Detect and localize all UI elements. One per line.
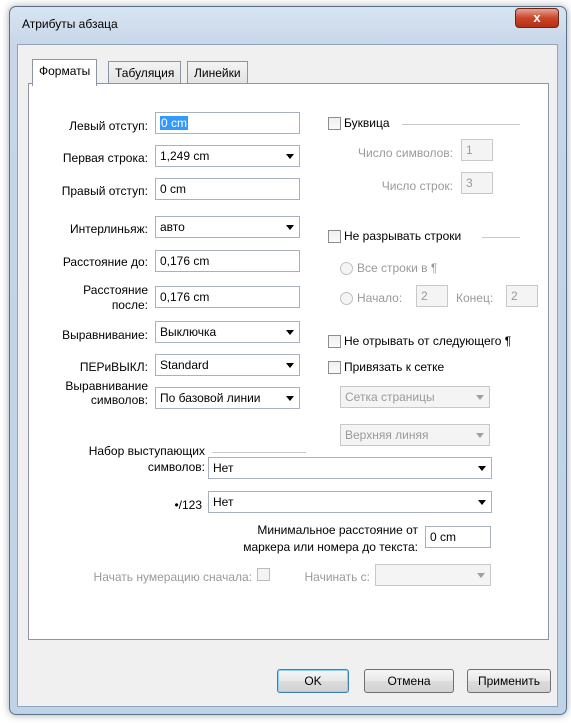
keep-with-next-label: Не отрывать от следующего ¶ <box>344 334 512 348</box>
line-spacing-label: Интерлиньяж: <box>70 222 148 236</box>
chevron-down-icon <box>476 395 484 400</box>
first-line-select[interactable]: 1,249 cm <box>155 145 300 167</box>
snap-to-grid-label: Привязать к сетке <box>344 360 445 374</box>
all-lines-label: Все строки в ¶ <box>357 261 438 275</box>
char-alignment-label-2: символов: <box>90 393 148 407</box>
keep-lines-label: Не разрывать строки <box>344 229 462 243</box>
start-label: Начало: <box>357 291 403 305</box>
grid-line-select[interactable]: Верхняя линяя <box>340 424 490 446</box>
chevron-down-icon <box>286 330 294 335</box>
left-indent-input[interactable]: 0 cm <box>155 112 300 134</box>
toggle-label: ПЕРиВЫКЛ: <box>79 360 148 374</box>
restart-numbering-checkbox[interactable] <box>257 568 270 581</box>
dialog-title: Атрибуты абзаца <box>22 17 118 31</box>
first-line-label: Первая строка: <box>62 151 148 165</box>
right-indent-input[interactable]: 0 cm <box>155 178 300 200</box>
start-with-label: Начинать с: <box>304 570 370 584</box>
drop-cap-checkbox[interactable] <box>328 117 341 130</box>
min-distance-label-2: маркера или номера до текста: <box>243 540 418 554</box>
chevron-down-icon <box>477 573 485 578</box>
keep-with-next-checkbox[interactable] <box>328 335 341 348</box>
line-spacing-select[interactable]: авто <box>155 216 300 238</box>
char-alignment-select[interactable]: По базовой линии <box>155 387 300 409</box>
separator-line <box>402 124 520 125</box>
min-distance-input[interactable]: 0 cm <box>425 526 491 548</box>
chevron-down-icon <box>286 154 294 159</box>
tab-tabulation[interactable]: Табуляция <box>108 61 182 85</box>
keep-lines-checkbox[interactable] <box>328 230 341 243</box>
left-indent-label: Левый отступ: <box>69 119 148 133</box>
separator-line <box>212 452 306 453</box>
space-before-input[interactable]: 0,176 cm <box>155 250 300 272</box>
close-button[interactable]: x <box>515 8 559 28</box>
tab-formats[interactable]: Форматы <box>32 59 98 86</box>
num-chars-input[interactable]: 1 <box>461 139 493 161</box>
end-label: Конец: <box>456 291 494 305</box>
cancel-button[interactable]: Отмена <box>364 669 454 693</box>
numbering-select[interactable]: Нет <box>208 491 492 513</box>
grid-type-select[interactable]: Сетка страницы <box>340 386 490 408</box>
toggle-select[interactable]: Standard <box>155 354 300 376</box>
chevron-down-icon <box>286 225 294 230</box>
chevron-down-icon <box>286 363 294 368</box>
apply-button[interactable]: Применить <box>467 669 551 693</box>
chevron-down-icon <box>286 396 294 401</box>
start-input[interactable]: 2 <box>416 285 448 307</box>
hanging-set-label-2: символов: <box>147 460 205 474</box>
space-before-label: Расстояние до: <box>62 255 148 269</box>
separator-line <box>482 237 520 238</box>
all-lines-radio[interactable] <box>340 262 353 275</box>
alignment-select[interactable]: Выключка <box>155 321 300 343</box>
numbering-label: •/123 <box>174 498 202 512</box>
chevron-down-icon <box>478 466 486 471</box>
space-after-input[interactable]: 0,176 cm <box>155 286 300 308</box>
min-distance-label-1: Минимальное расстояние от <box>257 523 418 537</box>
restart-numbering-label: Начать нумерацию сначала: <box>93 570 252 584</box>
space-after-label-1: Расстояние <box>83 283 148 297</box>
close-icon: x <box>533 10 541 25</box>
char-alignment-label-1: Выравнивание <box>65 379 148 393</box>
space-after-label-2: после: <box>111 298 148 312</box>
num-lines-input[interactable]: 3 <box>461 172 493 194</box>
hanging-set-label-1: Набор выступающих <box>88 444 205 458</box>
start-with-select[interactable] <box>375 564 491 586</box>
right-indent-label: Правый отступ: <box>61 184 148 198</box>
alignment-label: Выравнивание: <box>62 328 148 342</box>
drop-cap-label: Буквица <box>344 116 390 130</box>
hanging-set-select[interactable]: Нет <box>208 457 492 479</box>
end-input[interactable]: 2 <box>506 285 538 307</box>
ok-button[interactable]: OK <box>277 669 349 693</box>
snap-to-grid-checkbox[interactable] <box>328 361 341 374</box>
start-end-radio[interactable] <box>340 292 353 305</box>
num-lines-label: Число строк: <box>381 179 453 193</box>
chevron-down-icon <box>476 433 484 438</box>
tab-rulers[interactable]: Линейки <box>187 61 248 85</box>
chevron-down-icon <box>478 500 486 505</box>
num-chars-label: Число символов: <box>358 146 453 160</box>
